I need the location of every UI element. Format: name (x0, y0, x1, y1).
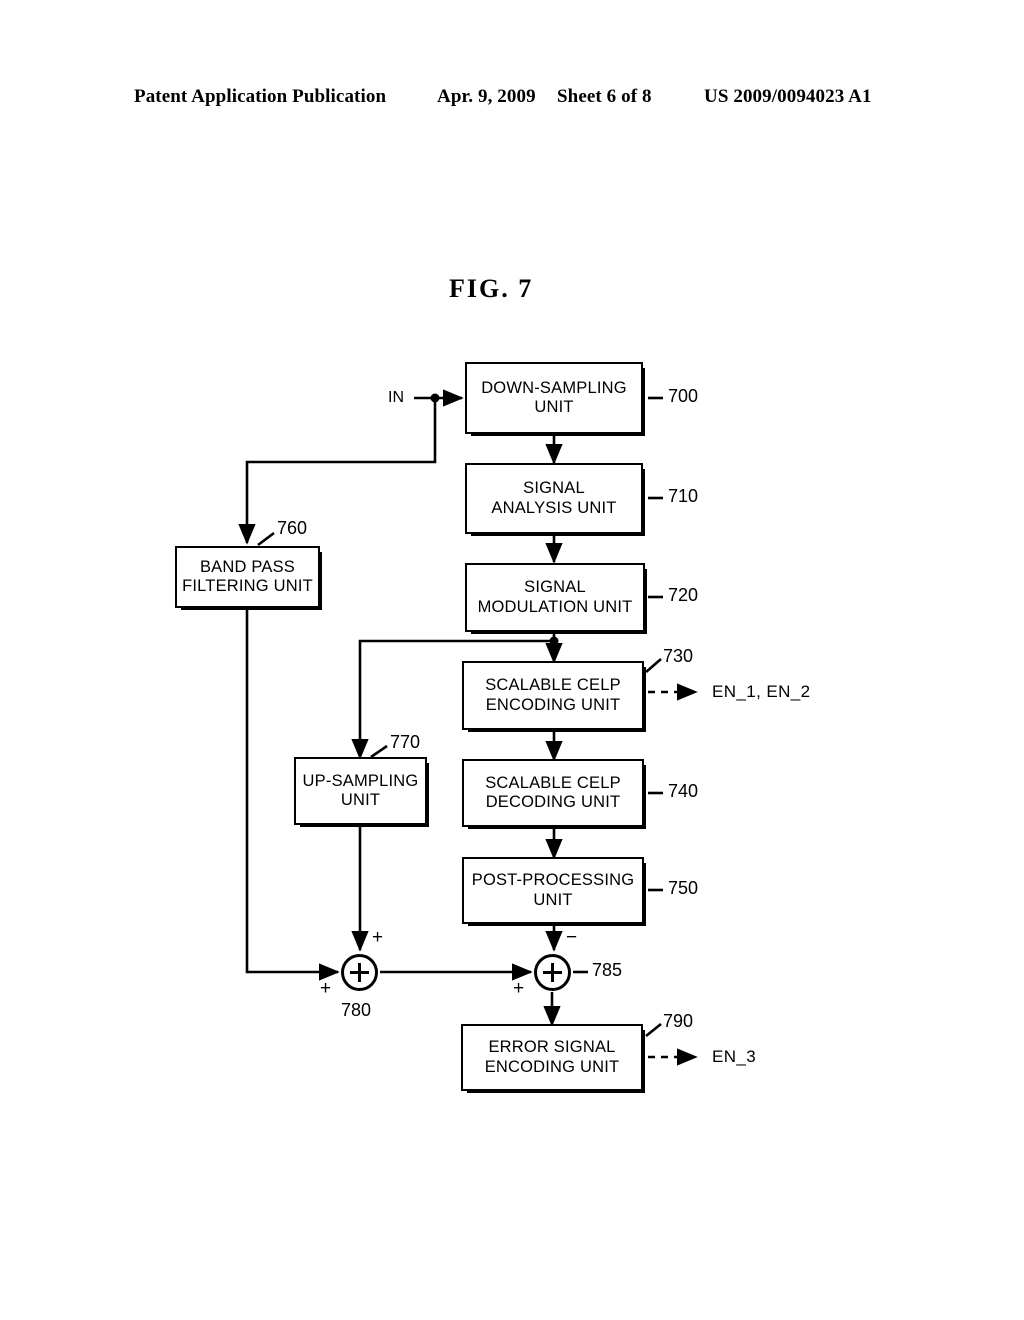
ref-label-700: 700 (668, 386, 699, 406)
figure-7-block-diagram: DOWN-SAMPLING UNIT SIGNAL ANALYSIS UNIT … (0, 0, 1024, 1320)
block-post-processing-unit[interactable]: POST-PROCESSING UNIT (462, 857, 646, 926)
leader-770 (370, 744, 388, 759)
edge-in-to-bandpass (238, 398, 437, 545)
block-signal-modulation-unit[interactable]: SIGNAL MODULATION UNIT (465, 563, 647, 634)
ref-label-710: 710 (668, 486, 699, 506)
ref-label-720: 720 (668, 585, 699, 605)
ref-label-785: 785 (592, 960, 623, 980)
block-error-signal-encoding-unit[interactable]: ERROR SIGNAL ENCODING UNIT (461, 1024, 645, 1093)
adder-785-left-sign: + (513, 978, 525, 999)
leader-760 (257, 531, 275, 547)
output-label-en3: EN_3 (712, 1047, 757, 1066)
adder-785-vertical-stroke (551, 963, 554, 982)
leader-790 (645, 1022, 662, 1038)
block-band-pass-filtering-unit[interactable]: BAND PASS FILTERING UNIT (175, 546, 322, 610)
adder-780-left-sign: + (320, 978, 332, 999)
block-scalable-celp-encoding-unit[interactable]: SCALABLE CELP ENCODING UNIT (462, 661, 646, 732)
ref-label-740: 740 (668, 781, 699, 801)
output-label-en1-en2: EN_1, EN_2 (712, 682, 811, 701)
block-up-sampling-unit[interactable]: UP-SAMPLING UNIT (294, 757, 429, 827)
block-down-sampling-unit[interactable]: DOWN-SAMPLING UNIT (465, 362, 645, 436)
block-scalable-celp-decoding-unit[interactable]: SCALABLE CELP DECODING UNIT (462, 759, 646, 829)
leader-730 (645, 658, 662, 673)
junction-dot-in (430, 393, 440, 403)
input-label-in: IN (388, 389, 404, 406)
junction-dot-modulation (549, 636, 559, 646)
connector-lines (238, 389, 698, 1066)
adder-785[interactable] (534, 954, 571, 991)
ref-label-780: 780 (341, 1000, 372, 1020)
adder-780[interactable] (341, 954, 378, 991)
ref-label-790: 790 (663, 1011, 694, 1031)
block-signal-analysis-unit[interactable]: SIGNAL ANALYSIS UNIT (465, 463, 645, 536)
adder-780-top-sign: + (372, 927, 384, 948)
ref-label-760: 760 (277, 518, 308, 538)
adder-780-vertical-stroke (358, 963, 361, 982)
adder-785-top-sign: − (566, 927, 578, 948)
ref-label-770: 770 (390, 732, 421, 752)
ref-label-730: 730 (663, 646, 694, 666)
ref-label-750: 750 (668, 878, 699, 898)
